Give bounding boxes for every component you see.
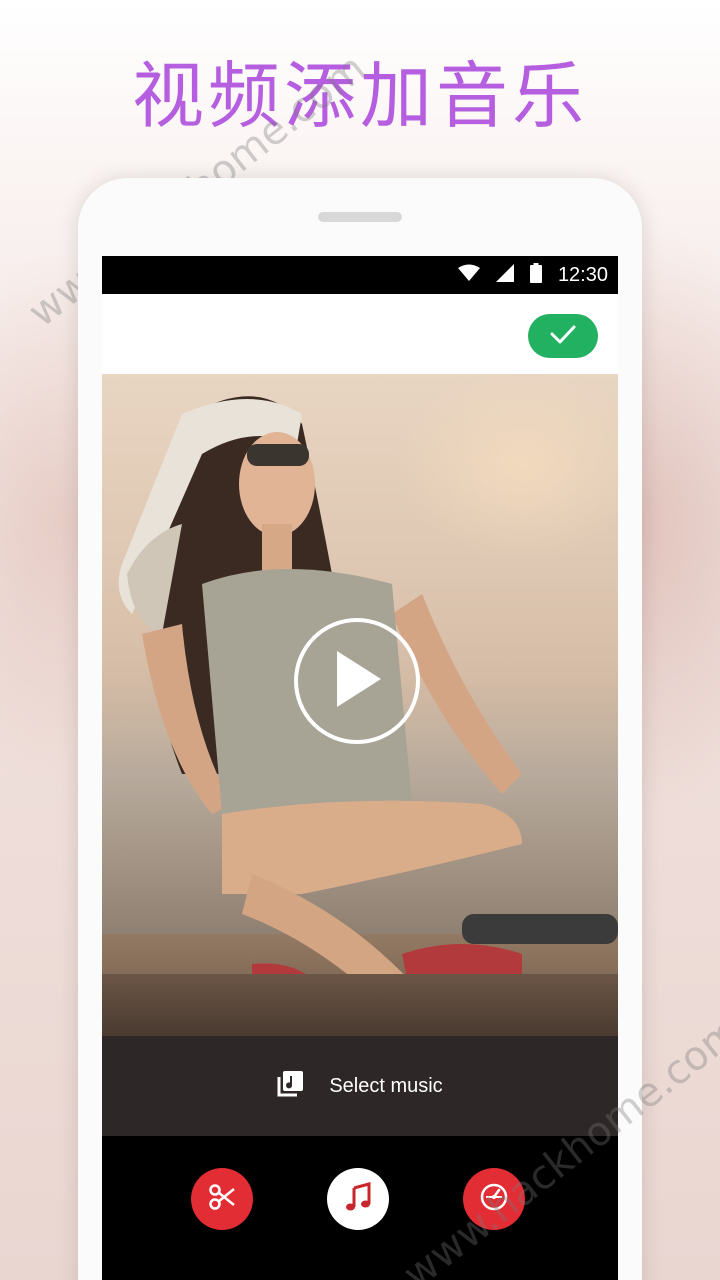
phone-frame: 12:30 Select music: [78, 178, 642, 1280]
wifi-icon: [457, 264, 480, 286]
app-screen: 12:30 Select music: [102, 256, 618, 1280]
editor-toolbar: [102, 294, 618, 374]
video-ground: [102, 974, 618, 1036]
scissors-icon: [208, 1183, 236, 1215]
cell-signal-icon: [495, 264, 514, 286]
phone-speaker: [318, 212, 402, 222]
play-icon: [329, 647, 385, 715]
music-note-icon: [344, 1182, 372, 1216]
trim-button[interactable]: [191, 1168, 253, 1230]
battery-icon: [529, 263, 542, 287]
music-library-icon: [277, 1071, 304, 1101]
add-music-button[interactable]: [327, 1168, 389, 1230]
checkmark-icon: [550, 324, 576, 348]
select-music-label: Select music: [329, 1074, 443, 1097]
status-bar: 12:30: [102, 256, 618, 294]
play-button[interactable]: [294, 618, 420, 744]
status-time: 12:30: [557, 263, 608, 286]
video-preview[interactable]: [102, 374, 618, 1036]
select-music-button[interactable]: Select music: [102, 1036, 618, 1136]
confirm-button[interactable]: [528, 314, 598, 358]
promo-page: 视频添加音乐 www.hackhome.com: [0, 0, 720, 1280]
